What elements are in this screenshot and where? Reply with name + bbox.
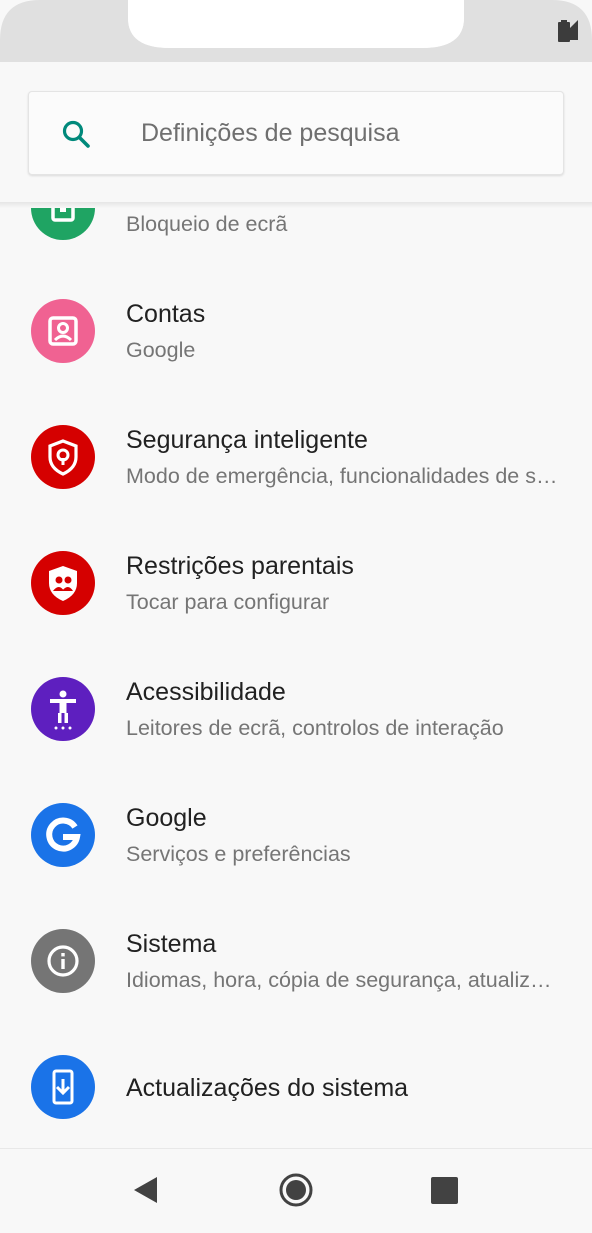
- settings-item-smart-security[interactable]: Segurança inteligente Modo de emergência…: [0, 398, 592, 524]
- accessibility-icon: [31, 677, 95, 741]
- settings-item-subtitle: Bloqueio de ecrã: [126, 212, 288, 236]
- shield-family-icon: [31, 551, 95, 615]
- settings-item-title: Restrições parentais: [126, 552, 354, 580]
- navigation-bar: [0, 1148, 592, 1233]
- google-g-icon: [31, 803, 95, 867]
- settings-item-security[interactable]: Bloqueio de ecrã: [0, 208, 592, 272]
- settings-item-subtitle: Modo de emergência, funcionalidades de s…: [126, 464, 562, 488]
- search-icon: [62, 120, 90, 148]
- account-box-icon: [31, 299, 95, 363]
- recents-icon: [431, 1177, 458, 1204]
- settings-item-google[interactable]: Google Serviços e preferências: [0, 776, 592, 902]
- home-button[interactable]: [254, 1149, 338, 1233]
- settings-item-title: Sistema: [126, 930, 217, 958]
- settings-item-subtitle: Serviços e preferências: [126, 842, 351, 866]
- settings-item-accessibility[interactable]: Acessibilidade Leitores de ecrã, control…: [0, 650, 592, 776]
- info-icon: [31, 929, 95, 993]
- shield-keyhole-icon: [31, 425, 95, 489]
- settings-item-subtitle: Google: [126, 338, 196, 362]
- back-icon: [134, 1177, 157, 1203]
- status-bar: [0, 0, 592, 62]
- recents-button[interactable]: [402, 1149, 486, 1233]
- settings-list[interactable]: Bloqueio de ecrã Contas Google Segurança…: [0, 208, 592, 1148]
- settings-item-accounts[interactable]: Contas Google: [0, 272, 592, 398]
- settings-item-subtitle: Tocar para configurar: [126, 590, 330, 614]
- settings-item-title: Segurança inteligente: [126, 426, 368, 454]
- settings-item-title: Contas: [126, 300, 206, 328]
- settings-item-title: Actualizações do sistema: [126, 1074, 409, 1102]
- search-settings-bar[interactable]: Definições de pesquisa: [28, 91, 564, 175]
- system-update-icon: [31, 1055, 95, 1119]
- back-button[interactable]: [104, 1149, 188, 1233]
- settings-item-title: Google: [126, 804, 207, 832]
- battery-icon: [558, 20, 570, 42]
- settings-item-parental-controls[interactable]: Restrições parentais Tocar para configur…: [0, 524, 592, 650]
- home-icon: [279, 1173, 313, 1207]
- search-placeholder: Definições de pesquisa: [141, 119, 400, 147]
- notch-shape: [0, 0, 592, 62]
- settings-item-subtitle: Idiomas, hora, cópia de segurança, atual…: [126, 968, 562, 992]
- settings-item-title: Acessibilidade: [126, 678, 286, 706]
- settings-item-system[interactable]: Sistema Idiomas, hora, cópia de seguranç…: [0, 902, 592, 1028]
- lock-screen-icon: [31, 208, 95, 240]
- settings-item-system-updates[interactable]: Actualizações do sistema: [0, 1028, 592, 1148]
- settings-item-subtitle: Leitores de ecrã, controlos de interação: [126, 716, 504, 740]
